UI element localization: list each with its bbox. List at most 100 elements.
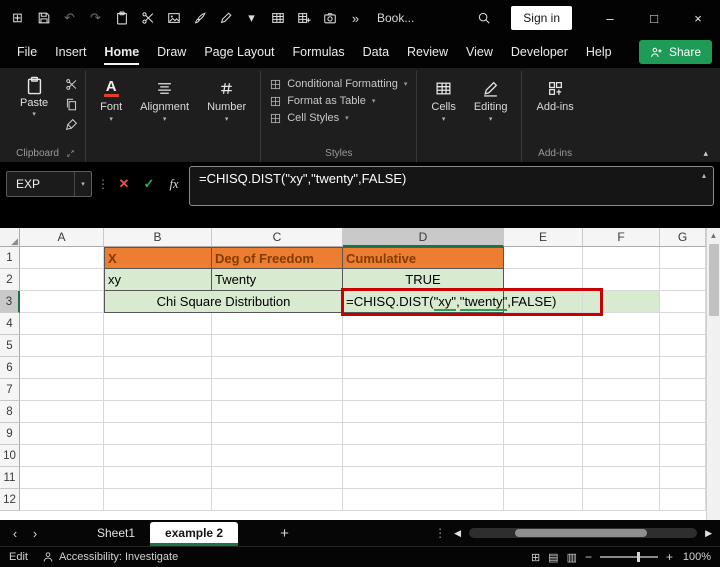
cell-C12[interactable] <box>212 489 343 511</box>
cell-G4[interactable] <box>660 313 706 335</box>
cell-B4[interactable] <box>104 313 212 335</box>
row-header-12[interactable]: 12 <box>0 489 20 511</box>
menu-item-page-layout[interactable]: Page Layout <box>195 36 283 68</box>
cell-C8[interactable] <box>212 401 343 423</box>
minimize-button[interactable]: – <box>588 0 632 36</box>
zoom-slider-thumb[interactable] <box>636 552 640 562</box>
column-header-a[interactable]: A <box>20 228 104 247</box>
cell-A2[interactable] <box>20 269 104 291</box>
cell-F12[interactable] <box>583 489 660 511</box>
column-header-f[interactable]: F <box>583 228 660 247</box>
cell-B12[interactable] <box>104 489 212 511</box>
menu-item-help[interactable]: Help <box>577 36 621 68</box>
cell-E6[interactable] <box>504 357 583 379</box>
menu-item-developer[interactable]: Developer <box>502 36 577 68</box>
menu-item-formulas[interactable]: Formulas <box>284 36 354 68</box>
cell-F10[interactable] <box>583 445 660 467</box>
cell-E1[interactable] <box>504 247 583 269</box>
sign-in-button[interactable]: Sign in <box>511 6 572 30</box>
cell-B7[interactable] <box>104 379 212 401</box>
scroll-up-icon[interactable]: ▲ <box>710 230 718 242</box>
cells-group-button[interactable]: Cells ▾ <box>422 71 464 123</box>
cell-C4[interactable] <box>212 313 343 335</box>
cell-F4[interactable] <box>583 313 660 335</box>
add-table-icon[interactable] <box>292 6 315 30</box>
row-header-2[interactable]: 2 <box>0 269 20 291</box>
row-header-9[interactable]: 9 <box>0 423 20 445</box>
cell-D3[interactable]: =CHISQ.DIST("xy","twenty",FALSE) <box>343 291 556 313</box>
cell-A4[interactable] <box>20 313 104 335</box>
cell-A9[interactable] <box>20 423 104 445</box>
next-sheet-icon[interactable]: › <box>28 527 42 540</box>
cell-F2[interactable] <box>583 269 660 291</box>
save-icon[interactable] <box>32 6 55 30</box>
cell-G2[interactable] <box>660 269 706 291</box>
cell-B5[interactable] <box>104 335 212 357</box>
cell-A10[interactable] <box>20 445 104 467</box>
pen-icon[interactable] <box>214 6 237 30</box>
clipboard-dialog-launcher-icon[interactable] <box>66 149 75 158</box>
tab-options-icon[interactable]: ⋮ <box>434 526 446 540</box>
cell-D5[interactable] <box>343 335 504 357</box>
menu-item-insert[interactable]: Insert <box>46 36 95 68</box>
cell-A1[interactable] <box>20 247 104 269</box>
enter-button[interactable]: ✓ <box>139 173 159 195</box>
cell-A5[interactable] <box>20 335 104 357</box>
cell-G7[interactable] <box>660 379 706 401</box>
previous-sheet-icon[interactable]: ‹ <box>8 527 22 540</box>
cell-F11[interactable] <box>583 467 660 489</box>
chevron-down-icon[interactable]: ▾ <box>74 172 91 196</box>
cell-E5[interactable] <box>504 335 583 357</box>
cell-G8[interactable] <box>660 401 706 423</box>
cell-G12[interactable] <box>660 489 706 511</box>
vertical-scrollbar-thumb[interactable] <box>708 244 719 316</box>
menu-item-review[interactable]: Review <box>398 36 457 68</box>
menu-item-file[interactable]: File <box>8 36 46 68</box>
cell-F7[interactable] <box>583 379 660 401</box>
cell-A7[interactable] <box>20 379 104 401</box>
cell-G5[interactable] <box>660 335 706 357</box>
cell-B8[interactable] <box>104 401 212 423</box>
cell-E7[interactable] <box>504 379 583 401</box>
cell-C1[interactable]: Deg of Freedom <box>212 247 343 269</box>
cell-G3[interactable] <box>660 291 706 313</box>
row-header-5[interactable]: 5 <box>0 335 20 357</box>
cell-styles-button[interactable]: Cell Styles ▾ <box>266 111 411 125</box>
zoom-slider[interactable] <box>599 552 658 562</box>
chevron-down-icon[interactable]: ▾ <box>240 6 263 30</box>
undo-icon[interactable]: ↶ <box>58 6 81 30</box>
scroll-left-icon[interactable]: ◀ <box>454 528 461 539</box>
cancel-button[interactable]: ✕ <box>114 173 134 195</box>
redo-icon[interactable]: ↷ <box>84 6 107 30</box>
cell-D1[interactable]: Cumulative <box>343 247 504 269</box>
column-header-b[interactable]: B <box>104 228 212 247</box>
cell-B9[interactable] <box>104 423 212 445</box>
paste-button[interactable]: Paste ▾ <box>11 71 57 118</box>
table-icon[interactable] <box>266 6 289 30</box>
cell-E10[interactable] <box>504 445 583 467</box>
search-icon[interactable] <box>471 6 497 30</box>
cell-C2[interactable]: Twenty <box>212 269 343 291</box>
select-all-corner[interactable]: ◢ <box>0 228 20 247</box>
sheet-tab-sheet1[interactable]: Sheet1 <box>82 520 150 546</box>
page-break-view-icon[interactable]: ▥ <box>567 551 577 564</box>
formula-bar-handle-icon[interactable]: ⋮ <box>97 177 109 191</box>
cell-A3[interactable] <box>20 291 104 313</box>
image-icon[interactable] <box>162 6 185 30</box>
cell-D8[interactable] <box>343 401 504 423</box>
cell-D12[interactable] <box>343 489 504 511</box>
cell-G10[interactable] <box>660 445 706 467</box>
cell-C6[interactable] <box>212 357 343 379</box>
row-header-7[interactable]: 7 <box>0 379 20 401</box>
cell-G6[interactable] <box>660 357 706 379</box>
cell-C11[interactable] <box>212 467 343 489</box>
scroll-right-icon[interactable]: ▶ <box>705 528 712 539</box>
more-commands-icon[interactable]: » <box>344 6 367 30</box>
add-sheet-button[interactable]: + <box>280 525 289 542</box>
zoom-level[interactable]: 100% <box>681 551 711 563</box>
sheet-tab-example-2[interactable]: example 2 <box>150 522 239 546</box>
cell-E11[interactable] <box>504 467 583 489</box>
editing-group-button[interactable]: Editing ▾ <box>465 71 517 123</box>
cell-A11[interactable] <box>20 467 104 489</box>
number-group-button[interactable]: Number ▾ <box>198 71 255 123</box>
